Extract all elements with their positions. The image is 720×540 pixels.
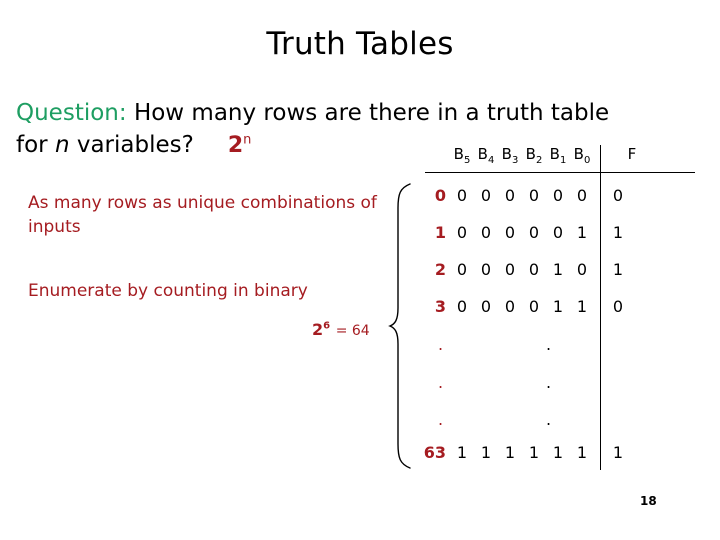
row-bits: 111111 [456, 443, 588, 462]
row-output: 1 [612, 260, 624, 279]
row-bits: 000000 [456, 186, 588, 205]
question-line2-suffix: variables? [76, 132, 194, 158]
column-header-b0: B0 [573, 145, 591, 166]
column-header-f: F [627, 145, 637, 163]
question-line2-prefix: for [16, 132, 48, 158]
row-bits: 000011 [456, 297, 588, 316]
ellipsis-dot-bits: . [546, 410, 552, 429]
page-title: Truth Tables [266, 26, 454, 62]
row-bits: 000001 [456, 223, 588, 242]
table-header-rule [425, 172, 695, 173]
row-index: 2 [434, 260, 446, 279]
question-label: Question: [16, 100, 127, 126]
page-number: 18 [640, 494, 657, 508]
ellipsis-dot-index: . [438, 410, 444, 429]
note-enumerate-binary: Enumerate by counting in binary [28, 281, 308, 301]
truth-table: B5 B4 B3 B2 B1 B0 F 0 000000 0 1 000001 1 2 00… [410, 140, 710, 480]
row-output: 1 [612, 443, 624, 462]
row-index: 0 [434, 186, 446, 205]
column-header-b1: B1 [549, 145, 567, 166]
row-output: 0 [612, 297, 624, 316]
question-variable: n [54, 132, 70, 158]
note-unique-combinations: As many rows as unique combinations of i… [28, 193, 377, 237]
row-index: 3 [434, 297, 446, 316]
power-equals-annotation: 26 = 64 [312, 320, 370, 339]
column-header-b5: B5 [453, 145, 471, 166]
column-header-b4: B4 [477, 145, 495, 166]
table-header-row: B5 B4 B3 B2 B1 B0 F [450, 145, 644, 166]
answer-base: 2 [227, 133, 244, 158]
row-output: 0 [612, 186, 624, 205]
power-base: 2 [312, 320, 324, 339]
ellipsis-dot-bits: . [546, 373, 552, 392]
answer-power: 2n [228, 133, 252, 158]
row-output: 1 [612, 223, 624, 242]
question-text: How many rows are there in a truth table [133, 100, 610, 126]
power-result: = 64 [335, 323, 370, 339]
column-header-b3: B3 [501, 145, 519, 166]
ellipsis-dot-bits: . [546, 335, 552, 354]
question-line-1: Question: How many rows are there in a t… [16, 97, 716, 129]
power-exponent: 6 [323, 320, 331, 332]
row-index: 63 [423, 443, 446, 462]
ellipsis-dot-index: . [438, 373, 444, 392]
column-header-b2: B2 [525, 145, 543, 166]
table-column-divider [600, 145, 601, 470]
row-bits: 000010 [456, 260, 588, 279]
ellipsis-dot-index: . [438, 335, 444, 354]
row-index: 1 [434, 223, 446, 242]
answer-exponent: n [243, 132, 252, 148]
